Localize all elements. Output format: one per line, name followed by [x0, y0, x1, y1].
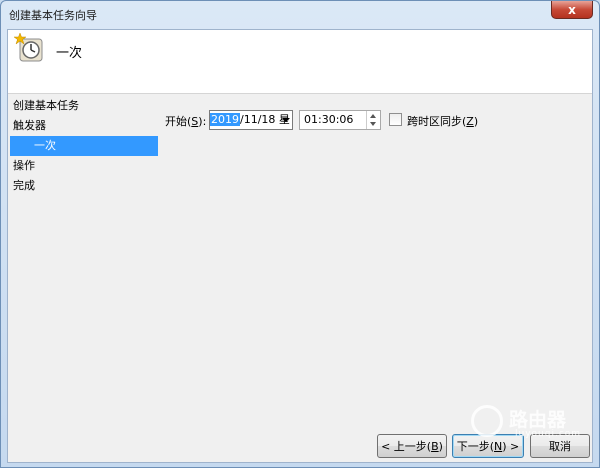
step-finish: 完成	[13, 179, 35, 192]
step-action: 操作	[13, 159, 35, 172]
close-button[interactable]: x	[551, 1, 593, 19]
step-create-basic-task: 创建基本任务	[13, 99, 79, 112]
time-spinner[interactable]	[366, 111, 380, 129]
step-trigger: 触发器	[13, 119, 46, 132]
close-icon: x	[568, 2, 576, 17]
start-label: 开始(S):	[165, 115, 207, 128]
start-date-picker[interactable]: 2019/11/18 星	[209, 110, 293, 130]
chevron-down-icon[interactable]	[282, 118, 290, 122]
sync-timezone-label[interactable]: 跨时区同步(Z)	[407, 113, 478, 129]
step-one-time: 一次	[10, 136, 158, 156]
window-title: 创建基本任务向导	[9, 9, 97, 22]
client-area: 一次 创建基本任务 触发器 一次 操作 完成 开始(S): 2019/11/18…	[7, 29, 593, 463]
next-button[interactable]: 下一步(N) >	[452, 434, 524, 458]
spin-up-icon[interactable]	[370, 114, 376, 118]
wizard-window: 创建基本任务向导 x 一次 创建基本任务 触发器 一次 操作 完成 开始(S):	[0, 0, 600, 468]
title-bar[interactable]: 创建基本任务向导 x	[1, 1, 599, 27]
clock-icon	[14, 33, 43, 62]
page-title: 一次	[56, 46, 83, 61]
sync-timezone-checkbox[interactable]	[389, 113, 402, 126]
time-value: 01:30:06	[304, 113, 354, 126]
date-year-selected: 2019	[210, 113, 240, 126]
wizard-header: 一次	[8, 30, 592, 94]
back-button[interactable]: < 上一步(B)	[377, 434, 447, 458]
spin-down-icon[interactable]	[370, 122, 376, 126]
start-row: 开始(S): 2019/11/18 星 01:30:06 跨时区同步(Z)	[165, 110, 585, 130]
wizard-steps: 创建基本任务 触发器 一次 操作 完成	[8, 96, 160, 196]
start-time-input[interactable]: 01:30:06	[299, 110, 381, 130]
cancel-button[interactable]: 取消	[530, 434, 590, 458]
